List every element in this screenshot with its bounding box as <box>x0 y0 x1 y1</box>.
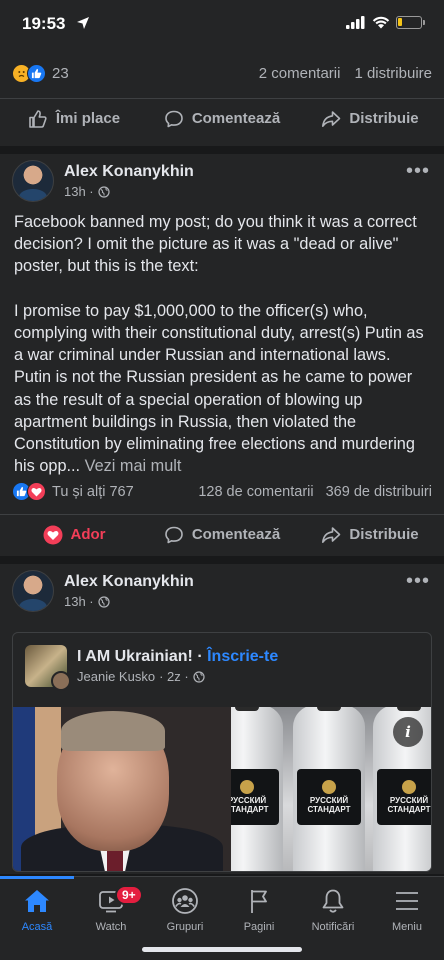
share-label: Distribuie <box>349 110 419 127</box>
post-stats: Tu și alți 767 128 de comentarii 369 de … <box>12 482 432 501</box>
share-button[interactable]: Distribuie <box>296 99 444 138</box>
author-avatar <box>51 671 71 691</box>
post-card: Alex Konanykhin 13h · ••• I AM Ukrainian… <box>0 564 444 874</box>
post-time[interactable]: 13h · <box>64 184 94 199</box>
share-arrow-icon <box>322 110 341 127</box>
comment-button[interactable]: Comentează <box>148 515 296 554</box>
home-icon <box>25 890 49 912</box>
comment-button[interactable]: Comentează <box>148 99 296 138</box>
nav-label: Watch <box>95 921 127 933</box>
love-reaction-icon <box>43 525 62 544</box>
battery-icon <box>396 16 425 29</box>
nav-label: Grupuri <box>166 921 204 933</box>
post-body: Facebook banned my post; do you think it… <box>14 213 424 476</box>
like-reaction-icon <box>27 63 46 83</box>
portrait-photo <box>13 707 231 871</box>
nav-watch[interactable]: 9+ Watch <box>74 877 148 941</box>
nav-label: Notificări <box>311 921 355 933</box>
post-header: Alex Konanykhin 13h · <box>12 158 432 204</box>
wifi-icon <box>372 16 390 29</box>
share-button[interactable]: Distribuie <box>296 515 444 554</box>
home-indicator[interactable] <box>142 947 302 952</box>
shared-image[interactable]: РУССКИЙ СТАНДАРТ РУССКИЙ СТАНДАРТ РУССКИ… <box>13 707 431 871</box>
group-name[interactable]: I AM Ukrainian! <box>77 648 193 665</box>
flag-icon <box>251 890 267 913</box>
avatar[interactable] <box>12 570 54 612</box>
comment-count[interactable]: 2 comentarii <box>259 65 341 82</box>
action-bar: Ador Comentează Distribuie <box>0 514 444 554</box>
vodka-bottles-photo: РУССКИЙ СТАНДАРТ РУССКИЙ СТАНДАРТ РУССКИ… <box>231 707 431 871</box>
reaction-count: 23 <box>52 64 69 82</box>
status-bar: 19:53 <box>0 0 444 50</box>
previous-post-footer: 23 2 comentarii 1 distribuire Îmi place … <box>0 50 444 146</box>
nav-label: Acasă <box>21 921 53 933</box>
reaction-summary[interactable]: Tu și alți 767 <box>12 482 134 501</box>
shared-post-author[interactable]: Jeanie Kusko <box>77 669 155 684</box>
globe-icon <box>193 670 205 683</box>
more-options-icon[interactable]: ••• <box>406 570 430 593</box>
post-card: Alex Konanykhin 13h · ••• Facebook banne… <box>0 154 444 556</box>
notification-badge: 9+ <box>115 885 143 905</box>
nav-groups[interactable]: Grupuri <box>148 877 222 941</box>
globe-icon <box>98 595 110 608</box>
avatar[interactable] <box>12 160 54 202</box>
share-label: Distribuie <box>349 526 419 543</box>
see-more-link[interactable]: Vezi mai mult <box>85 457 182 475</box>
nav-label: Pagini <box>243 921 275 933</box>
love-label: Ador <box>70 526 106 543</box>
reaction-count: Tu și alți 767 <box>52 483 134 500</box>
comment-label: Comentează <box>191 526 281 543</box>
comment-icon <box>165 110 183 127</box>
groups-icon <box>172 888 198 914</box>
comment-label: Comentează <box>191 110 281 127</box>
post-author[interactable]: Alex Konanykhin <box>64 163 194 181</box>
share-arrow-icon <box>322 526 341 543</box>
bottom-navigation: Acasă 9+ Watch Grupuri Pagini Notificări… <box>0 876 444 960</box>
location-arrow-icon <box>77 17 89 29</box>
nav-menu[interactable]: Meniu <box>370 877 444 941</box>
join-group-link[interactable]: Înscrie-te <box>207 648 278 665</box>
status-icons <box>346 16 425 29</box>
share-count[interactable]: 369 de distribuiri <box>326 484 432 500</box>
love-reaction-icon <box>27 482 46 501</box>
nav-notifications[interactable]: Notificări <box>296 877 370 941</box>
comment-count[interactable]: 128 de comentarii <box>198 484 313 500</box>
love-button[interactable]: Ador <box>0 515 148 554</box>
nav-pages[interactable]: Pagini <box>222 877 296 941</box>
menu-icon <box>396 892 418 910</box>
shared-post[interactable]: I AM Ukrainian! · Înscrie-te Jeanie Kusk… <box>12 632 432 872</box>
shared-post-header: I AM Ukrainian! · Înscrie-te Jeanie Kusk… <box>25 643 419 691</box>
info-icon[interactable]: i <box>393 717 423 747</box>
nav-home[interactable]: Acasă <box>0 877 74 941</box>
reaction-summary[interactable]: 23 2 comentarii 1 distribuire <box>12 62 432 84</box>
nav-label: Meniu <box>392 921 422 933</box>
group-avatar[interactable] <box>25 645 71 691</box>
post-author[interactable]: Alex Konanykhin <box>64 573 194 591</box>
signal-icon <box>346 16 365 29</box>
comment-icon <box>165 526 183 543</box>
post-text: Facebook banned my post; do you think it… <box>14 211 432 477</box>
more-options-icon[interactable]: ••• <box>406 160 430 183</box>
thumbs-up-icon <box>29 109 47 128</box>
like-button[interactable]: Îmi place <box>0 99 148 138</box>
group-separator: · <box>192 648 208 665</box>
shared-post-time[interactable]: · 2z · <box>159 669 189 684</box>
status-time: 19:53 <box>22 14 66 33</box>
post-header: Alex Konanykhin 13h · <box>12 568 432 614</box>
bell-icon <box>322 889 344 913</box>
bottle-label-text: РУССКИЙ СТАНДАРТ <box>387 796 431 814</box>
bottle-label-text: РУССКИЙ СТАНДАРТ <box>231 796 269 814</box>
action-bar: Îmi place Comentează Distribuie <box>0 98 444 138</box>
like-label: Îmi place <box>55 110 121 127</box>
globe-icon <box>98 185 110 198</box>
bottle-label-text: РУССКИЙ СТАНДАРТ <box>307 796 351 814</box>
post-time[interactable]: 13h · <box>64 594 94 609</box>
share-count[interactable]: 1 distribuire <box>354 65 432 82</box>
